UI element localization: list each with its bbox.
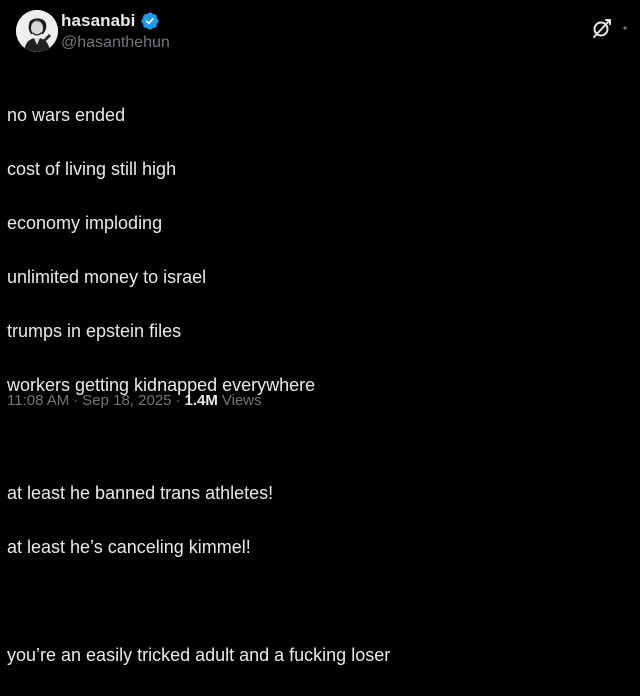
tweet-line: you’re an easily tricked adult and a fuc… [7, 645, 391, 665]
tweet-line: unlimited money to israel [7, 267, 207, 287]
tweet-line-break [7, 588, 627, 615]
more-options-icon[interactable] [620, 16, 630, 40]
verified-badge-icon [140, 11, 160, 31]
views-count[interactable]: 1.4M [185, 392, 218, 409]
tweet-line: economy imploding [7, 213, 163, 233]
avatar-image [16, 10, 58, 52]
tweet-line-break [7, 426, 627, 453]
tweet: hasanabi @hasanthehun no wars ended cost… [0, 0, 640, 665]
tweet-header: hasanabi @hasanthehun [8, 6, 632, 62]
avatar[interactable] [16, 10, 58, 52]
tweet-line: no wars ended [7, 105, 126, 125]
tweet-text: no wars ended cost of living still high … [7, 75, 627, 696]
display-name[interactable]: hasanabi [61, 11, 136, 31]
meta-separator: · [73, 392, 79, 409]
tweet-line: at least he banned trans athletes! [7, 483, 274, 503]
handle[interactable]: @hasanthehun [61, 34, 170, 52]
author-names: hasanabi @hasanthehun [61, 10, 170, 52]
views-label: Views [221, 392, 262, 409]
meta-separator: · [175, 392, 181, 409]
tweet-time[interactable]: 11:08 AM [7, 392, 69, 409]
grok-icon[interactable] [590, 16, 614, 40]
tweet-date[interactable]: Sep 18, 2025 [82, 392, 171, 409]
tweet-line: at least he’s canceling kimmel! [7, 537, 251, 557]
tweet-line: trumps in epstein files [7, 321, 182, 341]
tweet-meta: 11:08 AM · Sep 18, 2025 · 1.4M Views [7, 392, 262, 409]
display-name-row: hasanabi [61, 10, 170, 32]
tweet-line: cost of living still high [7, 159, 177, 179]
